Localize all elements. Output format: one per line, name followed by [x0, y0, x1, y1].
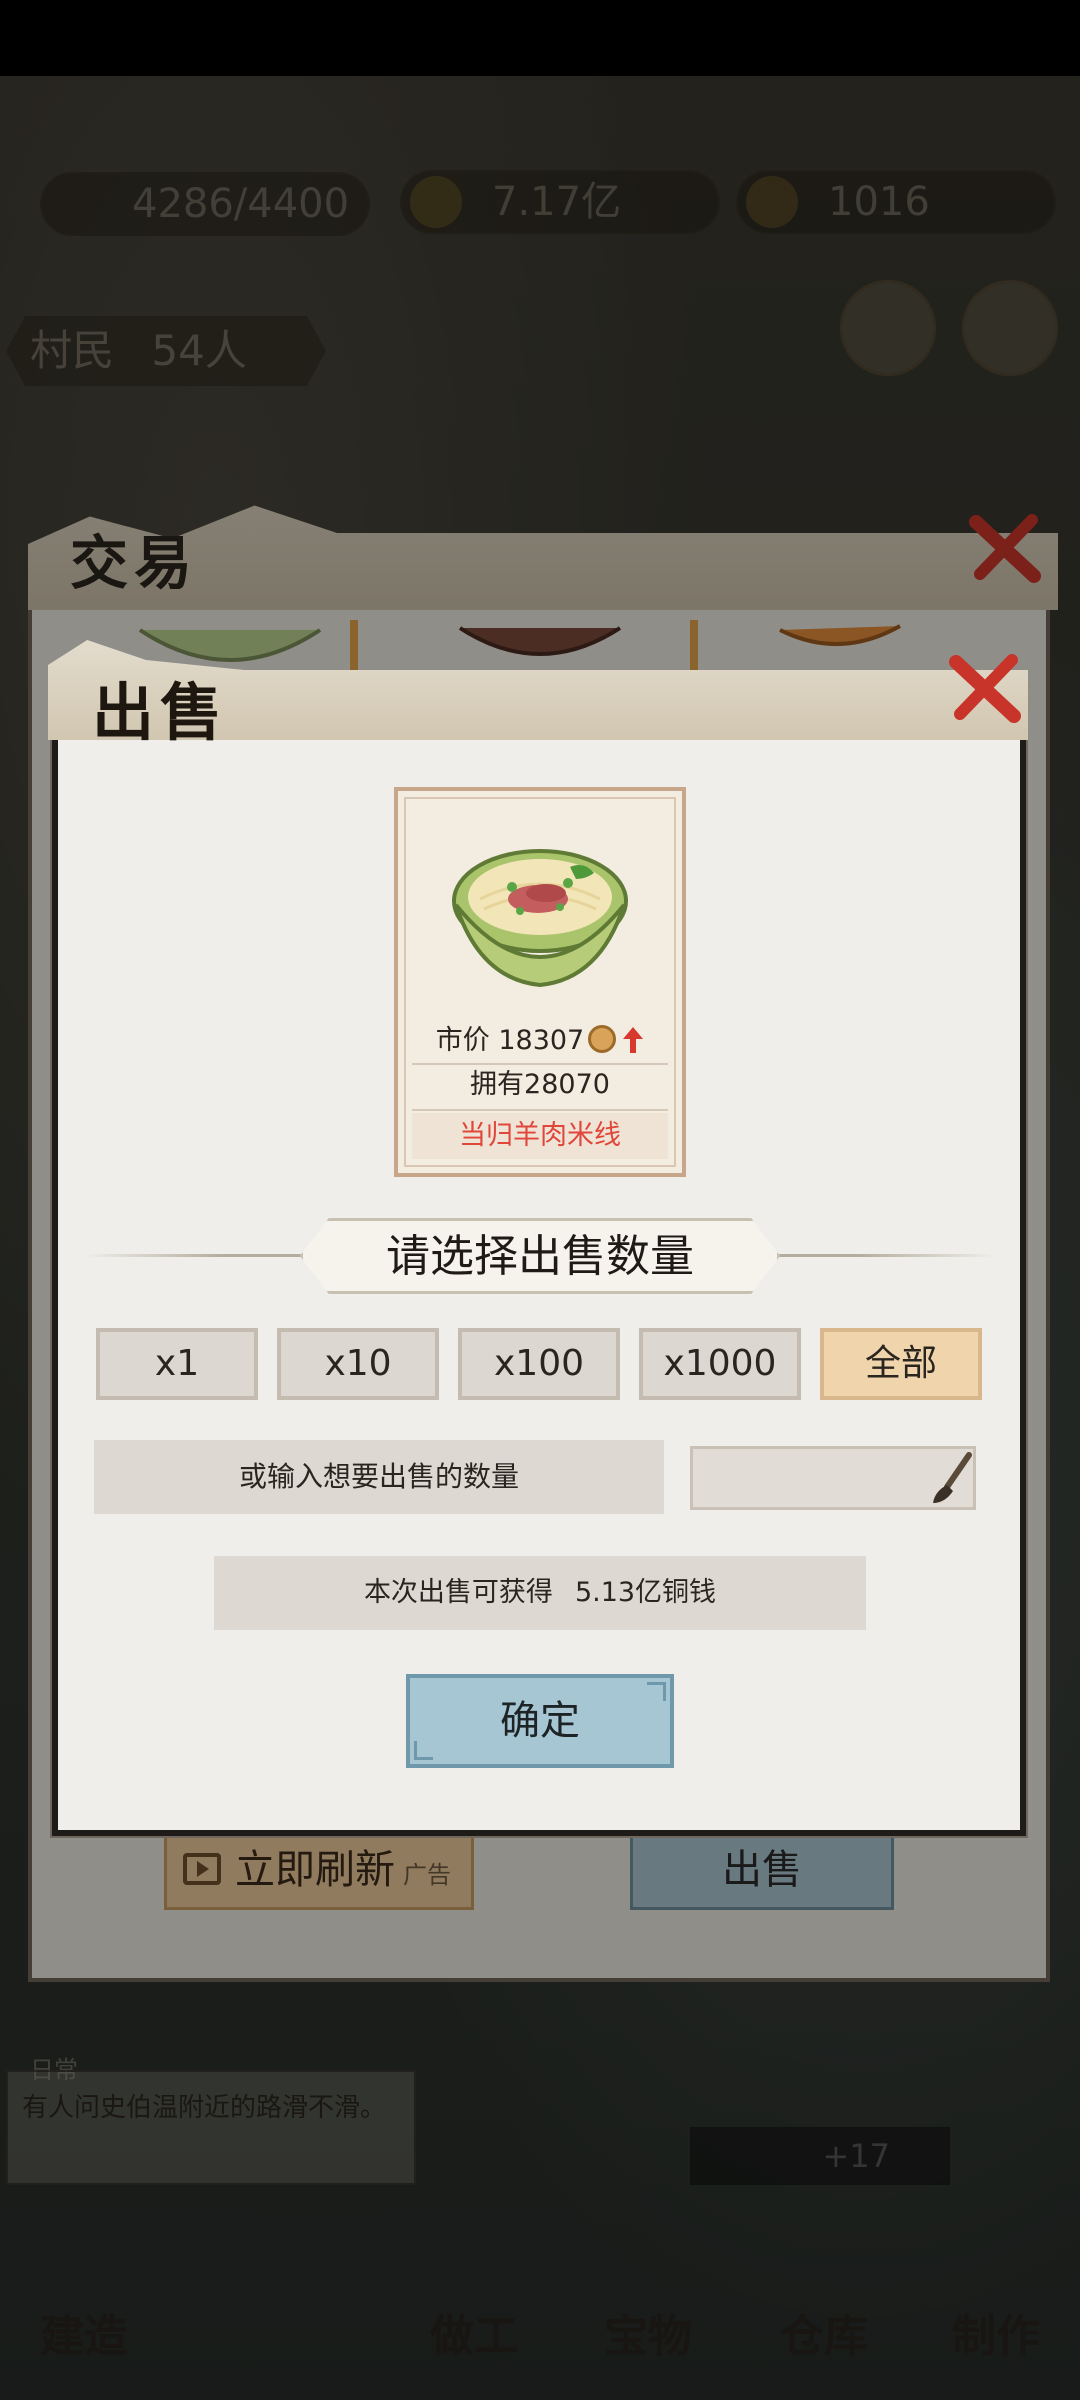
brush-icon[interactable] [925, 1451, 975, 1507]
status-bar [0, 0, 1080, 76]
qty-x100-button[interactable]: x100 [458, 1328, 620, 1400]
confirm-button[interactable]: 确定 [406, 1674, 674, 1768]
qty-all-button[interactable]: 全部 [820, 1328, 982, 1400]
copper-coin-icon [588, 1025, 617, 1053]
qty-x1-button[interactable]: x1 [96, 1328, 258, 1400]
quantity-input[interactable] [703, 1455, 923, 1501]
owned-count: 拥有28070 [470, 1069, 610, 1100]
quantity-heading: 请选择出售数量 [300, 1218, 780, 1294]
custom-quantity-field[interactable] [690, 1446, 976, 1510]
noodle-bowl-icon [452, 849, 628, 988]
card-divider [412, 1109, 668, 1111]
earnings-summary: 本次出售可获得 5.13亿铜钱 [214, 1556, 866, 1630]
custom-quantity-label: 或输入想要出售的数量 [94, 1440, 664, 1514]
close-icon[interactable] [946, 650, 1026, 730]
item-name: 当归羊肉米线 [412, 1113, 668, 1159]
item-card: 市价 18307 拥有28070 当归羊肉米线 [394, 787, 686, 1177]
market-price: 市价 18307 [398, 1019, 682, 1063]
sell-dialog-title: 出售 [92, 676, 229, 749]
market-price-label: 市价 18307 [435, 1025, 585, 1056]
price-up-arrow-icon [623, 1027, 644, 1053]
earnings-label: 本次出售可获得 [363, 1577, 553, 1608]
earnings-amount: 5.13亿铜钱 [574, 1577, 717, 1608]
qty-x10-button[interactable]: x10 [277, 1328, 439, 1400]
qty-x1000-button[interactable]: x1000 [639, 1328, 801, 1400]
